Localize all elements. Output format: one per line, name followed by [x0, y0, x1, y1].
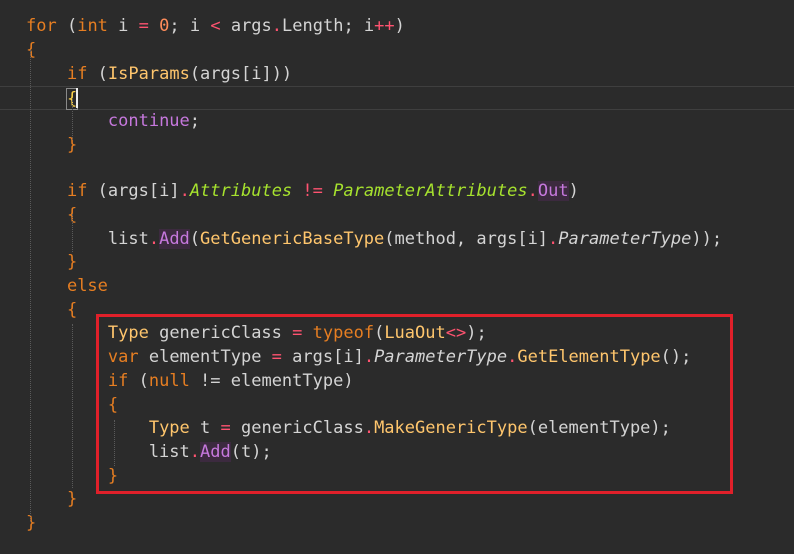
annotation-highlight-box	[96, 314, 733, 494]
code-line[interactable]: {	[26, 38, 36, 62]
code-token: GetGenericBaseType	[200, 229, 385, 249]
code-token: i	[107, 16, 139, 36]
code-line[interactable]: for (int i = 0; i < args.Length; i++)	[26, 14, 405, 38]
code-token: )	[394, 16, 405, 36]
code-token: )	[568, 181, 579, 201]
text-cursor	[76, 88, 78, 108]
code-token: .	[548, 229, 559, 249]
code-token: if	[66, 181, 88, 201]
code-line[interactable]: {	[26, 203, 77, 227]
code-token: {	[26, 40, 37, 60]
code-token: .	[148, 229, 160, 249]
code-token: (method, args[i]	[384, 229, 549, 249]
code-token: .	[527, 181, 538, 201]
code-token: for	[26, 16, 57, 36]
code-line[interactable]: }	[26, 511, 36, 535]
code-line[interactable]: }	[26, 250, 77, 274]
code-token: !=	[302, 181, 323, 201]
code-token: Out	[537, 181, 569, 201]
code-token: ));	[691, 229, 723, 249]
indent-guide	[72, 100, 73, 140]
code-token: IsParams	[107, 64, 190, 84]
code-line[interactable]: }	[26, 487, 77, 511]
code-token: ++	[374, 16, 395, 36]
code-line[interactable]: list.Add(GetGenericBaseType(method, args…	[26, 227, 722, 251]
code-token: .	[271, 16, 283, 36]
code-line[interactable]: }	[26, 133, 77, 157]
code-token: int	[77, 16, 108, 36]
indent-guide	[30, 50, 31, 522]
code-line[interactable]: else	[26, 274, 108, 298]
code-token: else	[66, 276, 108, 296]
code-line[interactable]: continue;	[26, 109, 200, 133]
indent-guide	[72, 324, 73, 488]
code-line[interactable]: {	[0, 86, 794, 110]
code-token: ;	[189, 111, 201, 131]
code-token: <	[210, 16, 221, 36]
code-token: list	[26, 229, 149, 249]
code-token: (args[i]))	[189, 64, 293, 84]
code-token: (	[189, 229, 201, 249]
code-token: ParameterType	[558, 229, 692, 249]
code-token: Add	[159, 229, 190, 249]
code-token: {	[66, 300, 78, 320]
code-line[interactable]: {	[26, 298, 77, 322]
code-token: if	[66, 64, 88, 84]
code-token: (args[i]	[87, 181, 180, 201]
code-token: .	[179, 181, 190, 201]
code-token: ParameterAttributes	[333, 181, 528, 201]
indent-guide	[72, 214, 73, 252]
code-token: args	[220, 16, 272, 36]
code-token: (	[56, 16, 78, 36]
code-token: continue	[107, 111, 190, 131]
code-token: ; i	[169, 16, 211, 36]
code-token: }	[66, 252, 78, 272]
code-token: 0	[159, 16, 170, 36]
code-line[interactable]: if (args[i].Attributes != ParameterAttri…	[26, 179, 579, 203]
code-line[interactable]: if (IsParams(args[i]))	[26, 62, 292, 86]
code-token: (	[87, 64, 108, 84]
code-token: Attributes	[189, 181, 293, 201]
code-token: Length; i	[282, 16, 375, 36]
code-token: }	[26, 513, 37, 533]
code-token: }	[66, 489, 78, 509]
code-token: =	[138, 16, 149, 36]
code-editor[interactable]: for (int i = 0; i < args.Length; i++){ i…	[0, 0, 794, 554]
